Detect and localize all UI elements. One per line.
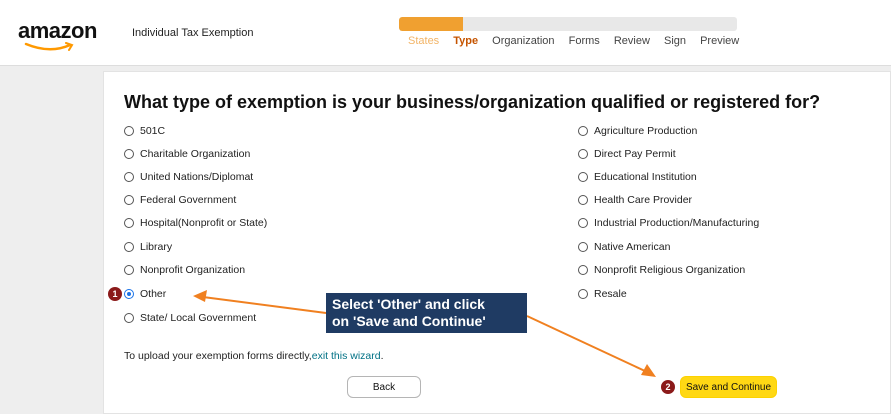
option-label: Other	[140, 288, 167, 300]
radio-button[interactable]	[578, 172, 588, 182]
radio-button[interactable]	[578, 195, 588, 205]
option-label: Library	[140, 241, 173, 253]
radio-button[interactable]	[578, 242, 588, 252]
option-label: Federal Government	[140, 194, 237, 206]
radio-button[interactable]	[124, 126, 134, 136]
radio-button[interactable]	[578, 149, 588, 159]
amazon-logo[interactable]: amazon	[18, 18, 97, 44]
page-title: What type of exemption is your business/…	[124, 92, 821, 112]
callout-line-2: on 'Save and Continue'	[332, 313, 486, 329]
step-badge-2: 2	[661, 380, 675, 394]
option-label: Health Care Provider	[594, 194, 693, 206]
step-badge-1: 1	[108, 287, 122, 301]
option-label: Charitable Organization	[140, 148, 251, 160]
instruction-callout: Select 'Other' and click on 'Save and Co…	[326, 293, 527, 333]
step-sign[interactable]: Sign	[664, 35, 686, 47]
step-organization[interactable]: Organization	[492, 35, 554, 47]
option-label: 501C	[140, 125, 166, 137]
option-501c[interactable]: 501C	[124, 124, 165, 138]
option-charitable-organization[interactable]: Charitable Organization	[124, 147, 250, 161]
exemption-card	[103, 71, 891, 414]
option-hospital[interactable]: Hospital(Nonprofit or State)	[124, 216, 267, 230]
upload-note-period: .	[380, 350, 384, 362]
radio-button[interactable]	[578, 218, 588, 228]
radio-button[interactable]	[124, 195, 134, 205]
radio-button[interactable]	[124, 242, 134, 252]
back-button[interactable]: Back	[347, 376, 421, 398]
option-native-american[interactable]: Native American	[578, 240, 670, 254]
save-and-continue-button[interactable]: Save and Continue	[680, 376, 777, 398]
option-federal-government[interactable]: Federal Government	[124, 193, 236, 207]
option-label: Direct Pay Permit	[594, 148, 676, 160]
callout-line-1: Select 'Other' and click	[332, 296, 485, 312]
step-review[interactable]: Review	[614, 35, 650, 47]
option-health-care-provider[interactable]: Health Care Provider	[578, 193, 692, 207]
option-state-local-government[interactable]: State/ Local Government	[124, 311, 256, 325]
app-title: Individual Tax Exemption	[132, 27, 254, 39]
step-nav: States Type Organization Forms Review Si…	[408, 35, 750, 47]
step-preview[interactable]: Preview	[700, 35, 739, 47]
progress-fill	[399, 17, 464, 31]
top-header: amazon Individual Tax Exemption States T…	[0, 0, 891, 66]
option-united-nations-diplomat[interactable]: United Nations/Diplomat	[124, 170, 253, 184]
option-industrial-production[interactable]: Industrial Production/Manufacturing	[578, 216, 759, 230]
upload-note: To upload your exemption forms directly,…	[124, 350, 384, 362]
option-nonprofit-organization[interactable]: Nonprofit Organization	[124, 263, 245, 277]
upload-note-text: To upload your exemption forms directly,	[124, 350, 312, 362]
option-label: State/ Local Government	[140, 312, 257, 324]
radio-button[interactable]	[124, 149, 134, 159]
step-type[interactable]: Type	[453, 35, 478, 47]
option-resale[interactable]: Resale	[578, 287, 627, 301]
step-states[interactable]: States	[408, 35, 439, 47]
radio-button[interactable]	[578, 265, 588, 275]
option-label: Nonprofit Organization	[140, 264, 246, 276]
option-library[interactable]: Library	[124, 240, 172, 254]
option-label: United Nations/Diplomat	[140, 171, 254, 183]
radio-button[interactable]	[124, 172, 134, 182]
progress-bar	[399, 17, 737, 31]
option-educational-institution[interactable]: Educational Institution	[578, 170, 697, 184]
option-label: Resale	[594, 288, 627, 300]
option-label: Native American	[594, 241, 671, 253]
radio-button[interactable]	[578, 126, 588, 136]
exit-wizard-link[interactable]: exit this wizard	[312, 350, 381, 362]
option-nonprofit-religious-organization[interactable]: Nonprofit Religious Organization	[578, 263, 745, 277]
option-agriculture-production[interactable]: Agriculture Production	[578, 124, 697, 138]
radio-button-selected[interactable]	[124, 289, 134, 299]
radio-button[interactable]	[124, 218, 134, 228]
radio-button[interactable]	[124, 265, 134, 275]
amazon-smile-icon	[24, 42, 74, 51]
option-label: Hospital(Nonprofit or State)	[140, 217, 268, 229]
option-direct-pay-permit[interactable]: Direct Pay Permit	[578, 147, 676, 161]
radio-button[interactable]	[124, 313, 134, 323]
radio-button[interactable]	[578, 289, 588, 299]
option-other[interactable]: Other	[124, 287, 166, 301]
option-label: Nonprofit Religious Organization	[594, 264, 746, 276]
option-label: Industrial Production/Manufacturing	[594, 217, 760, 229]
step-forms[interactable]: Forms	[569, 35, 600, 47]
option-label: Educational Institution	[594, 171, 697, 183]
option-label: Agriculture Production	[594, 125, 698, 137]
